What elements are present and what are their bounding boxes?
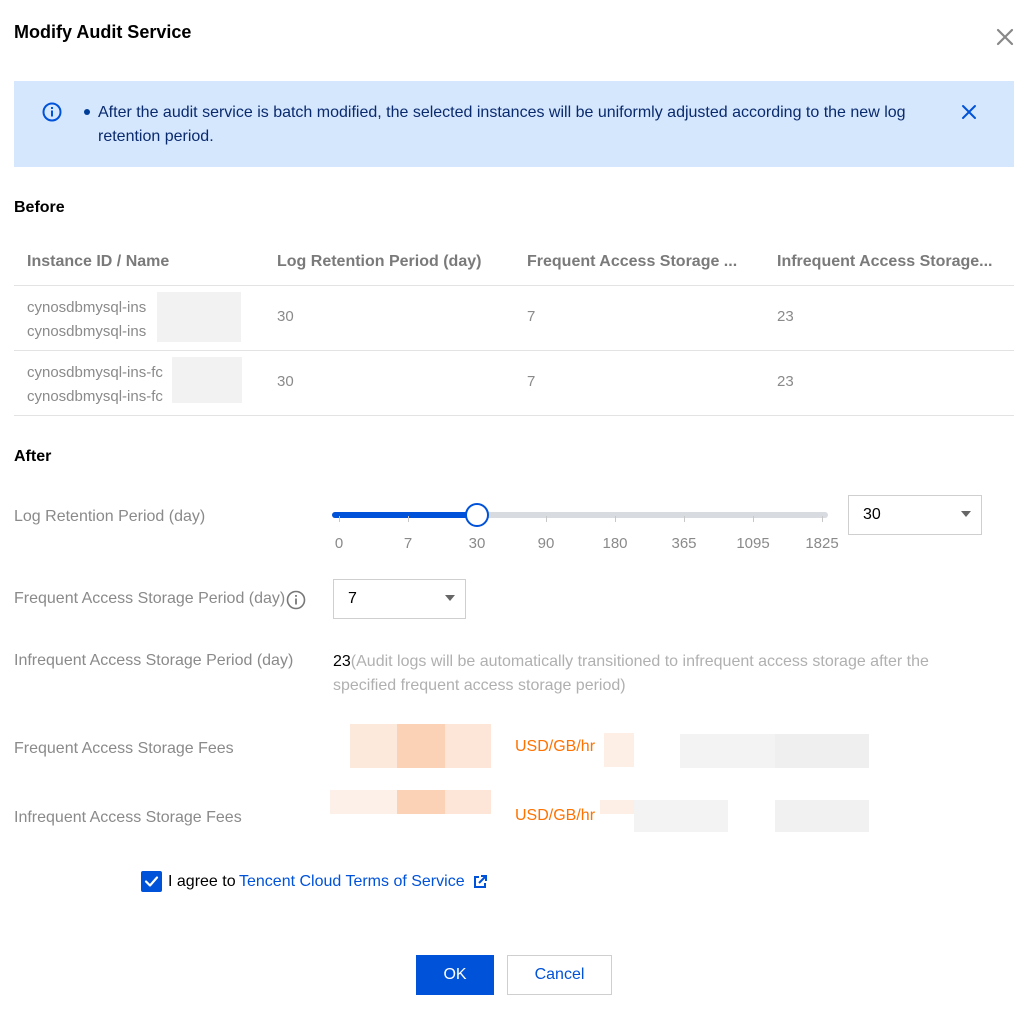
instance-name: cynosdbmysql-ins <box>27 323 147 340</box>
retention-select[interactable]: 30 <box>848 495 982 535</box>
infrequent-note: (Audit logs will be automatically transi… <box>333 653 929 694</box>
retention-select-value: 30 <box>863 506 881 523</box>
slider-tick-label[interactable]: 1095 <box>736 535 769 552</box>
slider-tick <box>684 516 685 522</box>
infrequent-cell: 23 <box>777 373 794 390</box>
instance-name: cynosdbmysql-ins-fc <box>27 388 163 405</box>
infrequent-fee-label: Infrequent Access Storage Fees <box>14 809 242 826</box>
slider-tick-label[interactable]: 90 <box>538 535 555 552</box>
frequent-fee-label: Frequent Access Storage Fees <box>14 740 234 757</box>
check-icon <box>144 876 159 887</box>
frequent-cell: 7 <box>527 308 536 325</box>
cancel-button[interactable]: Cancel <box>507 955 612 995</box>
table-row: cynosdbmysql-ins-fc cynosdbmysql-ins-fc … <box>14 351 1014 416</box>
instance-id: cynosdbmysql-ins <box>27 299 147 316</box>
close-icon[interactable] <box>994 26 1016 48</box>
slider-tick <box>339 516 340 522</box>
infrequent-period-value: 23(Audit logs will be automatically tran… <box>333 650 963 698</box>
slider-tick <box>753 516 754 522</box>
infrequent-fee-unit: USD/GB/hr <box>515 807 596 824</box>
info-icon[interactable] <box>286 590 306 610</box>
instance-id-cell: cynosdbmysql-ins-fc cynosdbmysql-ins-fc <box>27 361 177 409</box>
table-header: Instance ID / Name Log Retention Period … <box>14 237 1014 286</box>
retention-label: Log Retention Period (day) <box>14 508 206 525</box>
bullet-dot <box>84 109 90 115</box>
slider-fill <box>332 512 477 518</box>
retention-cell: 30 <box>277 308 294 325</box>
frequent-period-label: Frequent Access Storage Period (day) <box>14 590 285 608</box>
column-header: Infrequent Access Storage... <box>777 253 993 270</box>
frequent-cell: 7 <box>527 373 536 390</box>
slider-tick <box>408 516 409 522</box>
ok-button[interactable]: OK <box>416 955 494 995</box>
agree-checkbox[interactable] <box>141 871 162 892</box>
info-notice: After the audit service is batch modifie… <box>14 81 1014 167</box>
instance-id-cell: cynosdbmysql-ins cynosdbmysql-ins <box>27 296 177 344</box>
retention-slider[interactable]: 0 7 30 90 180 365 1095 1825 <box>332 500 839 552</box>
slider-tick-label[interactable]: 1825 <box>805 535 838 552</box>
redacted-mask <box>172 357 242 403</box>
slider-tick <box>822 516 823 522</box>
info-icon <box>42 102 62 122</box>
after-heading: After <box>14 448 52 465</box>
column-header: Frequent Access Storage ... <box>527 253 738 270</box>
chevron-down-icon <box>961 511 971 517</box>
chevron-down-icon <box>445 595 455 601</box>
slider-tick-label[interactable]: 0 <box>335 535 343 552</box>
slider-handle[interactable] <box>465 503 489 527</box>
notice-close-icon[interactable] <box>960 103 978 121</box>
external-link-icon[interactable] <box>472 874 488 890</box>
frequent-fee-unit: USD/GB/hr <box>515 738 596 755</box>
infrequent-cell: 23 <box>777 308 794 325</box>
infrequent-period-label: Infrequent Access Storage Period (day) <box>14 652 294 669</box>
table-row: cynosdbmysql-ins cynosdbmysql-ins 30 7 2… <box>14 286 1014 351</box>
slider-tick-label[interactable]: 30 <box>469 535 486 552</box>
instance-id: cynosdbmysql-ins-fc <box>27 364 163 381</box>
slider-tick-label[interactable]: 180 <box>602 535 627 552</box>
frequent-select-value: 7 <box>348 590 357 607</box>
dialog-title: Modify Audit Service <box>14 22 192 42</box>
slider-tick-label[interactable]: 7 <box>404 535 412 552</box>
slider-tick <box>615 516 616 522</box>
slider-tick <box>546 516 547 522</box>
before-heading: Before <box>14 199 65 216</box>
frequent-period-label-text: Frequent Access Storage Period (day) <box>14 590 286 607</box>
redacted-mask <box>157 292 241 342</box>
retention-cell: 30 <box>277 373 294 390</box>
notice-message: After the audit service is batch modifie… <box>98 104 906 145</box>
column-header: Instance ID / Name <box>27 253 170 270</box>
infrequent-days: 23 <box>333 653 351 670</box>
agree-prefix: I agree to <box>168 873 236 890</box>
column-header: Log Retention Period (day) <box>277 253 482 270</box>
terms-link[interactable]: Tencent Cloud Terms of Service <box>239 873 465 891</box>
slider-tick-label[interactable]: 365 <box>671 535 696 552</box>
before-table: Instance ID / Name Log Retention Period … <box>14 237 1014 416</box>
frequent-period-select[interactable]: 7 <box>333 579 466 619</box>
